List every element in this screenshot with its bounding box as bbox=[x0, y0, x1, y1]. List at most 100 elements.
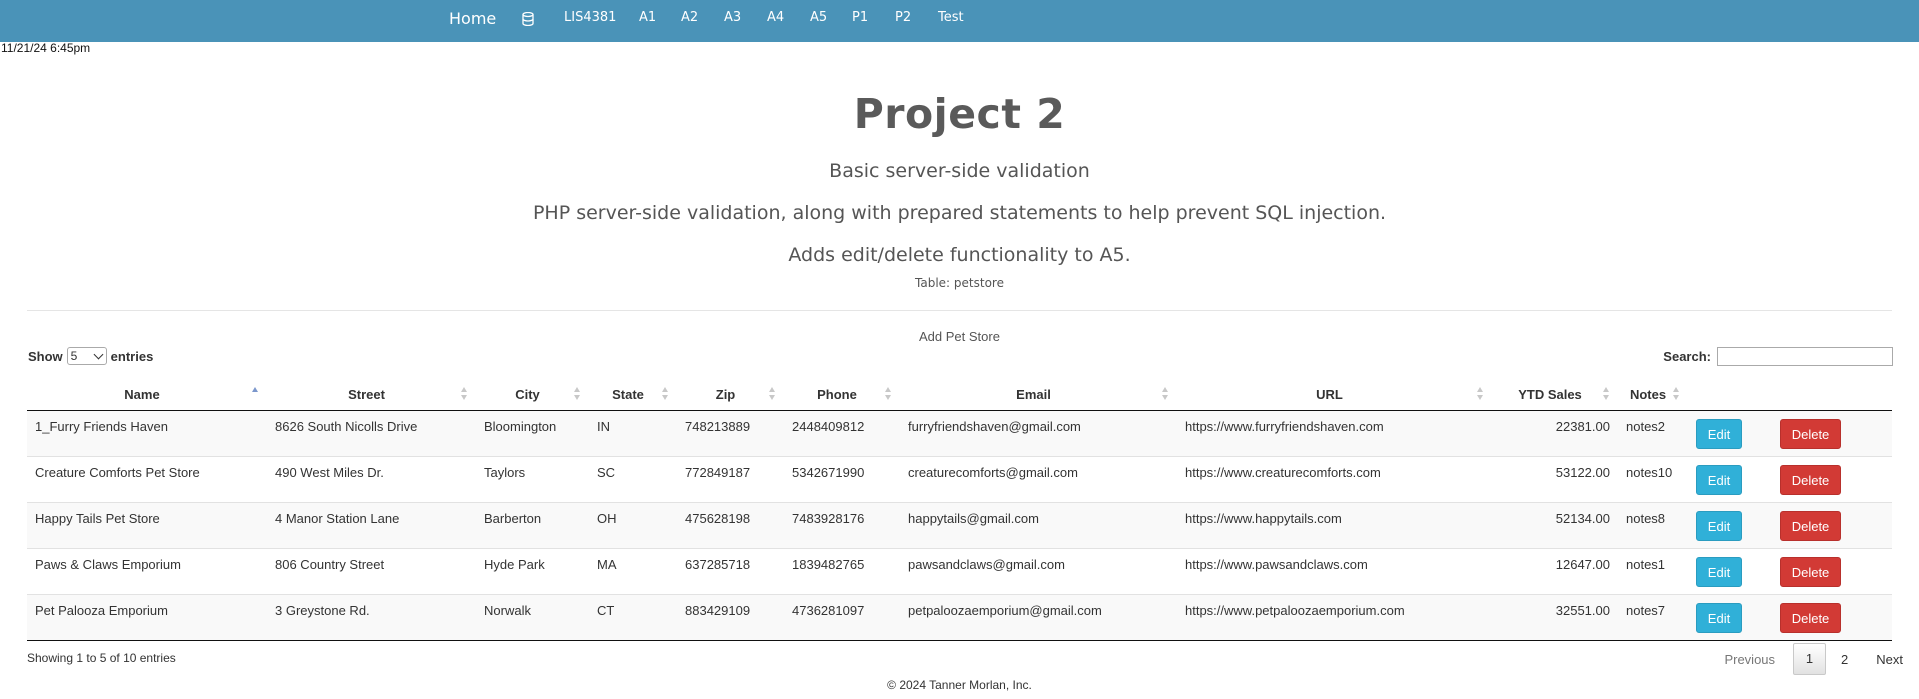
cell-sales: 32551.00 bbox=[1492, 594, 1618, 641]
cell-state: CT bbox=[589, 594, 677, 641]
cell-zip: 772849187 bbox=[677, 456, 784, 503]
cell-email: pawsandclaws@gmail.com bbox=[900, 548, 1177, 595]
sort-icon bbox=[662, 387, 669, 401]
nav-link-a4[interactable]: A4 bbox=[767, 0, 784, 36]
search-input[interactable] bbox=[1717, 347, 1893, 366]
delete-button[interactable]: Delete bbox=[1780, 556, 1841, 587]
delete-button[interactable]: Delete bbox=[1780, 418, 1841, 449]
add-pet-store-link[interactable]: Add Pet Store bbox=[0, 329, 1919, 344]
cell-edit: Edit bbox=[1688, 411, 1772, 457]
pagination-next[interactable]: Next bbox=[1876, 652, 1903, 667]
pagination-page-1[interactable]: 1 bbox=[1793, 643, 1827, 675]
divider bbox=[27, 310, 1892, 311]
chevron-down-icon bbox=[93, 349, 104, 360]
cell-notes: notes10 bbox=[1618, 456, 1688, 503]
nav-link-p2[interactable]: P2 bbox=[895, 0, 911, 36]
cell-notes: notes8 bbox=[1618, 502, 1688, 549]
cell-url: https://www.pawsandclaws.com bbox=[1177, 548, 1492, 595]
page-title: Project 2 bbox=[853, 90, 1066, 138]
cell-notes: notes7 bbox=[1618, 594, 1688, 641]
cell-name: Pet Palooza Emporium bbox=[27, 594, 267, 641]
cell-url: https://www.furryfriendshaven.com bbox=[1185, 419, 1384, 434]
sort-ascending-icon bbox=[252, 387, 259, 401]
table-row: Creature Comforts Pet Store 490 West Mile… bbox=[27, 456, 1892, 503]
page-description: PHP server-side validation, along with p… bbox=[532, 202, 1387, 224]
cell-email: creaturecomforts@gmail.com bbox=[900, 456, 1177, 503]
cell-notes: notes2 bbox=[1626, 419, 1666, 434]
cell-city: Taylors bbox=[476, 456, 589, 503]
footer-copyright: © 2024 Tanner Morlan, Inc. bbox=[887, 678, 1032, 692]
edit-button[interactable]: Edit bbox=[1696, 510, 1742, 541]
search-control: Search: bbox=[1663, 347, 1893, 366]
cell-street: 8626 South Nicolls Drive bbox=[275, 419, 418, 434]
entries-per-page-value: 5 bbox=[70, 349, 78, 363]
cell-name: Paws & Claws Emporium bbox=[27, 548, 267, 595]
pagination-page-2[interactable]: 2 bbox=[1841, 652, 1848, 667]
nav-link-a3[interactable]: A3 bbox=[724, 0, 741, 36]
length-prefix: Show bbox=[28, 348, 63, 364]
petstore-table: Name Street City State Zip Phone Email U… bbox=[27, 378, 1892, 641]
nav-link-a2[interactable]: A2 bbox=[681, 0, 698, 36]
cell-zip: 883429109 bbox=[677, 594, 784, 641]
delete-button[interactable]: Delete bbox=[1780, 510, 1841, 541]
sort-icon bbox=[885, 387, 892, 401]
edit-button[interactable]: Edit bbox=[1696, 556, 1742, 587]
top-navbar: Home LIS4381 A1 A2 A3 A4 A5 P1 P2 Test bbox=[0, 0, 1919, 42]
nav-link-p1[interactable]: P1 bbox=[852, 0, 868, 36]
column-header-state[interactable]: State bbox=[589, 378, 677, 411]
column-header-delete bbox=[1772, 378, 1892, 411]
table-caption: Table: petstore bbox=[915, 276, 1004, 290]
sort-icon bbox=[769, 387, 776, 401]
cell-sales: 12647.00 bbox=[1492, 548, 1618, 595]
column-header-email[interactable]: Email bbox=[900, 378, 1177, 411]
cell-url: https://www.creaturecomforts.com bbox=[1177, 456, 1492, 503]
delete-button[interactable]: Delete bbox=[1780, 464, 1841, 495]
column-header-notes[interactable]: Notes bbox=[1618, 378, 1688, 411]
sort-icon bbox=[574, 387, 581, 401]
column-header-phone[interactable]: Phone bbox=[784, 378, 900, 411]
cell-sales: 22381.00 bbox=[1555, 419, 1610, 434]
cell-url: https://www.happytails.com bbox=[1177, 502, 1492, 549]
cell-sales: 52134.00 bbox=[1492, 502, 1618, 549]
cell-city: Norwalk bbox=[476, 594, 589, 641]
cell-phone: 5342671990 bbox=[784, 456, 900, 503]
cell-street: 490 West Miles Dr. bbox=[267, 456, 476, 503]
database-icon[interactable] bbox=[522, 12, 534, 26]
cell-name: Creature Comforts Pet Store bbox=[27, 456, 267, 503]
sort-icon bbox=[461, 387, 468, 401]
column-header-ytd-sales[interactable]: YTD Sales bbox=[1492, 378, 1618, 411]
cell-city: Bloomington bbox=[484, 419, 557, 434]
column-header-url[interactable]: URL bbox=[1177, 378, 1492, 411]
nav-link-a5[interactable]: A5 bbox=[810, 0, 827, 36]
page-description-2: Adds edit/delete functionality to A5. bbox=[788, 244, 1131, 266]
cell-delete: Delete bbox=[1772, 502, 1892, 549]
cell-phone: 1839482765 bbox=[784, 548, 900, 595]
edit-button[interactable]: Edit bbox=[1696, 418, 1742, 449]
pagination-previous[interactable]: Previous bbox=[1724, 652, 1775, 667]
delete-button[interactable]: Delete bbox=[1780, 602, 1841, 633]
edit-button[interactable]: Edit bbox=[1696, 602, 1742, 633]
sort-icon bbox=[1603, 387, 1610, 401]
cell-sales: 53122.00 bbox=[1492, 456, 1618, 503]
nav-link-test[interactable]: Test bbox=[938, 0, 964, 36]
cell-delete: Delete bbox=[1772, 594, 1892, 641]
nav-link-lis4381[interactable]: LIS4381 bbox=[564, 0, 616, 36]
nav-link-a1[interactable]: A1 bbox=[639, 0, 656, 36]
entries-per-page-select[interactable]: 5 bbox=[66, 347, 107, 365]
edit-button[interactable]: Edit bbox=[1696, 464, 1742, 495]
sort-icon bbox=[1162, 387, 1169, 401]
cell-phone: 4736281097 bbox=[784, 594, 900, 641]
cell-edit: Edit bbox=[1688, 502, 1772, 549]
cell-city: Hyde Park bbox=[476, 548, 589, 595]
cell-edit: Edit bbox=[1688, 594, 1772, 641]
cell-notes: notes1 bbox=[1618, 548, 1688, 595]
table-header-row: Name Street City State Zip Phone Email U… bbox=[27, 378, 1892, 411]
cell-delete: Delete bbox=[1772, 411, 1892, 457]
column-header-name[interactable]: Name bbox=[27, 378, 267, 411]
nav-home-link[interactable]: Home bbox=[449, 1, 496, 37]
column-header-street[interactable]: Street bbox=[267, 378, 476, 411]
table-row: Happy Tails Pet Store 4 Manor Station Lan… bbox=[27, 502, 1892, 549]
column-header-city[interactable]: City bbox=[476, 378, 589, 411]
column-header-zip[interactable]: Zip bbox=[677, 378, 784, 411]
cell-name: 1_Furry Friends Haven bbox=[35, 419, 168, 434]
